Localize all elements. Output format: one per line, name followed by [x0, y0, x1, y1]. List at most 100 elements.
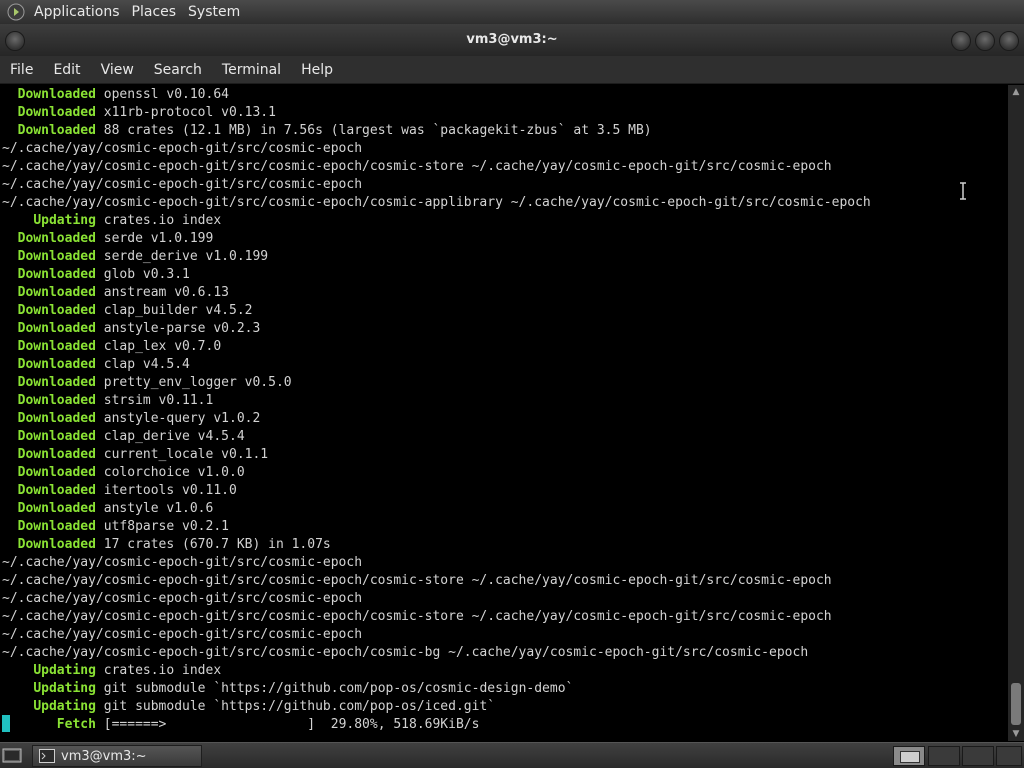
show-desktop-icon[interactable] [2, 747, 22, 765]
menu-view[interactable]: View [91, 56, 144, 84]
menu-edit[interactable]: Edit [43, 56, 90, 84]
terminal-line: Downloaded anstyle-parse v0.2.3 [2, 320, 261, 338]
terminal-line-text: openssl v0.10.64 [103, 87, 229, 102]
terminal-line-text: clap_derive v4.5.4 [103, 429, 245, 444]
terminal-line-text: ~/.cache/yay/cosmic-epoch-git/src/cosmic… [2, 627, 363, 642]
terminal-line: Downloaded current_locale v0.1.1 [2, 446, 268, 464]
terminal-line: Downloaded anstyle v1.0.6 [2, 500, 214, 518]
terminal-line-text: ~/.cache/yay/cosmic-epoch-git/src/cosmic… [2, 609, 832, 624]
taskbar-item-terminal[interactable]: vm3@vm3:~ [32, 745, 202, 767]
terminal-line-keyword: Downloaded [17, 429, 96, 444]
terminal-line: Downloaded anstyle-query v1.0.2 [2, 410, 261, 428]
terminal-line-text: clap_lex v0.7.0 [103, 339, 222, 354]
terminal-line-text: pretty_env_logger v0.5.0 [103, 375, 292, 390]
menu-search[interactable]: Search [144, 56, 212, 84]
terminal-line: ~/.cache/yay/cosmic-epoch-git/src/cosmic… [2, 554, 362, 572]
taskbar-item-label: vm3@vm3:~ [61, 748, 147, 764]
terminal-line: ~/.cache/yay/cosmic-epoch-git/src/cosmic… [2, 590, 362, 608]
terminal-line: ~/.cache/yay/cosmic-epoch-git/src/cosmic… [2, 644, 808, 662]
terminal-line: Downloaded serde_derive v1.0.199 [2, 248, 268, 266]
terminal-line-text: ~/.cache/yay/cosmic-epoch-git/src/cosmic… [2, 573, 832, 588]
terminal-line: ~/.cache/yay/cosmic-epoch-git/src/cosmic… [2, 158, 832, 176]
close-button[interactable] [999, 31, 1019, 51]
terminal-line-text: ~/.cache/yay/cosmic-epoch-git/src/cosmic… [2, 159, 832, 174]
maximize-button[interactable] [975, 31, 995, 51]
terminal-line-text: current_locale v0.1.1 [103, 447, 269, 462]
terminal-line-text: anstream v0.6.13 [103, 285, 229, 300]
applications-menu[interactable]: Applications [28, 0, 126, 24]
bottom-panel: vm3@vm3:~ [0, 742, 1024, 768]
terminal-line: ~/.cache/yay/cosmic-epoch-git/src/cosmic… [2, 140, 362, 158]
terminal-line: Downloaded pretty_env_logger v0.5.0 [2, 374, 292, 392]
terminal-line-text: itertools v0.11.0 [103, 483, 237, 498]
terminal-line-text: anstyle-parse v0.2.3 [103, 321, 261, 336]
terminal-line-keyword: Downloaded [17, 501, 96, 516]
terminal-line-keyword: Downloaded [17, 393, 96, 408]
terminal-line-text: utf8parse v0.2.1 [103, 519, 229, 534]
workspace-3[interactable] [962, 746, 994, 766]
terminal-line-keyword: Fetch [56, 717, 96, 732]
terminal-line-keyword: Updating [33, 213, 96, 228]
terminal-line-text: anstyle v1.0.6 [103, 501, 214, 516]
terminal-line-text: ~/.cache/yay/cosmic-epoch-git/src/cosmic… [2, 141, 363, 156]
terminal-line: Downloaded 17 crates (670.7 KB) in 1.07s [2, 536, 331, 554]
text-cursor-icon [960, 182, 966, 200]
gnome-foot-icon[interactable] [6, 2, 26, 22]
terminal-line: ~/.cache/yay/cosmic-epoch-git/src/cosmic… [2, 608, 832, 626]
terminal-line: ~/.cache/yay/cosmic-epoch-git/src/cosmic… [2, 194, 871, 212]
workspace-4[interactable] [996, 746, 1022, 766]
terminal-line-text: serde v1.0.199 [103, 231, 214, 246]
workspace-1[interactable] [893, 746, 925, 766]
scroll-down-arrow-icon[interactable]: ▼ [1008, 727, 1024, 741]
terminal-line: ~/.cache/yay/cosmic-epoch-git/src/cosmic… [2, 176, 362, 194]
terminal-line: ~/.cache/yay/cosmic-epoch-git/src/cosmic… [2, 572, 832, 590]
terminal-line-keyword: Downloaded [17, 465, 96, 480]
terminal-line-text: serde_derive v1.0.199 [103, 249, 269, 264]
terminal-line-keyword: Downloaded [17, 303, 96, 318]
terminal-line-text: glob v0.3.1 [103, 267, 190, 282]
terminal-line-keyword: Downloaded [17, 123, 96, 138]
minimize-button[interactable] [951, 31, 971, 51]
terminal-line-text: clap_builder v4.5.2 [103, 303, 253, 318]
terminal-line: Downloaded glob v0.3.1 [2, 266, 190, 284]
menu-terminal[interactable]: Terminal [212, 56, 291, 84]
terminal-line-text: clap v4.5.4 [103, 357, 190, 372]
terminal-line-keyword: Downloaded [17, 105, 96, 120]
terminal-line-keyword: Updating [33, 663, 96, 678]
places-menu[interactable]: Places [126, 0, 183, 24]
menu-file[interactable]: File [0, 56, 43, 84]
terminal-line-keyword: Downloaded [17, 249, 96, 264]
system-menu[interactable]: System [182, 0, 246, 24]
terminal-line-text: [======> ] 29.80%, 518.69KiB/s [103, 717, 480, 732]
terminal-line-keyword: Downloaded [17, 339, 96, 354]
terminal-line-text: ~/.cache/yay/cosmic-epoch-git/src/cosmic… [2, 195, 871, 210]
terminal-line: Updating crates.io index [2, 662, 221, 680]
terminal-line-keyword: Downloaded [17, 447, 96, 462]
terminal-line-keyword: Downloaded [17, 375, 96, 390]
terminal-line-keyword: Updating [33, 699, 96, 714]
terminal-output[interactable]: Downloaded openssl v0.10.64 Downloaded x… [0, 85, 1008, 741]
terminal-line: Downloaded clap v4.5.4 [2, 356, 190, 374]
terminal-line-text: crates.io index [103, 663, 222, 678]
terminal-line-text: ~/.cache/yay/cosmic-epoch-git/src/cosmic… [2, 555, 363, 570]
terminal-line: Downloaded clap_builder v4.5.2 [2, 302, 253, 320]
terminal-line: Updating git submodule `https://github.c… [2, 698, 495, 716]
terminal-line-keyword: Downloaded [17, 87, 96, 102]
terminal-menubar: File Edit View Search Terminal Help [0, 56, 1024, 84]
terminal-line-keyword: Downloaded [17, 285, 96, 300]
terminal-line-text: 88 crates (12.1 MB) in 7.56s (largest wa… [103, 123, 652, 138]
scrollbar-thumb[interactable] [1011, 683, 1021, 725]
top-panel: Applications Places System [0, 0, 1024, 24]
terminal-icon [39, 749, 55, 763]
terminal-line-text: ~/.cache/yay/cosmic-epoch-git/src/cosmic… [2, 177, 363, 192]
terminal-line: Updating crates.io index [2, 212, 221, 230]
workspace-2[interactable] [928, 746, 960, 766]
terminal-line-keyword: Downloaded [17, 267, 96, 282]
scroll-up-arrow-icon[interactable]: ▲ [1008, 85, 1024, 99]
terminal-line-text: x11rb-protocol v0.13.1 [103, 105, 276, 120]
terminal-line-keyword: Downloaded [17, 519, 96, 534]
terminal-scrollbar[interactable]: ▲ ▼ [1008, 85, 1024, 741]
terminal-line: Downloaded utf8parse v0.2.1 [2, 518, 229, 536]
window-titlebar[interactable]: vm3@vm3:~ [0, 24, 1024, 56]
menu-help[interactable]: Help [291, 56, 343, 84]
